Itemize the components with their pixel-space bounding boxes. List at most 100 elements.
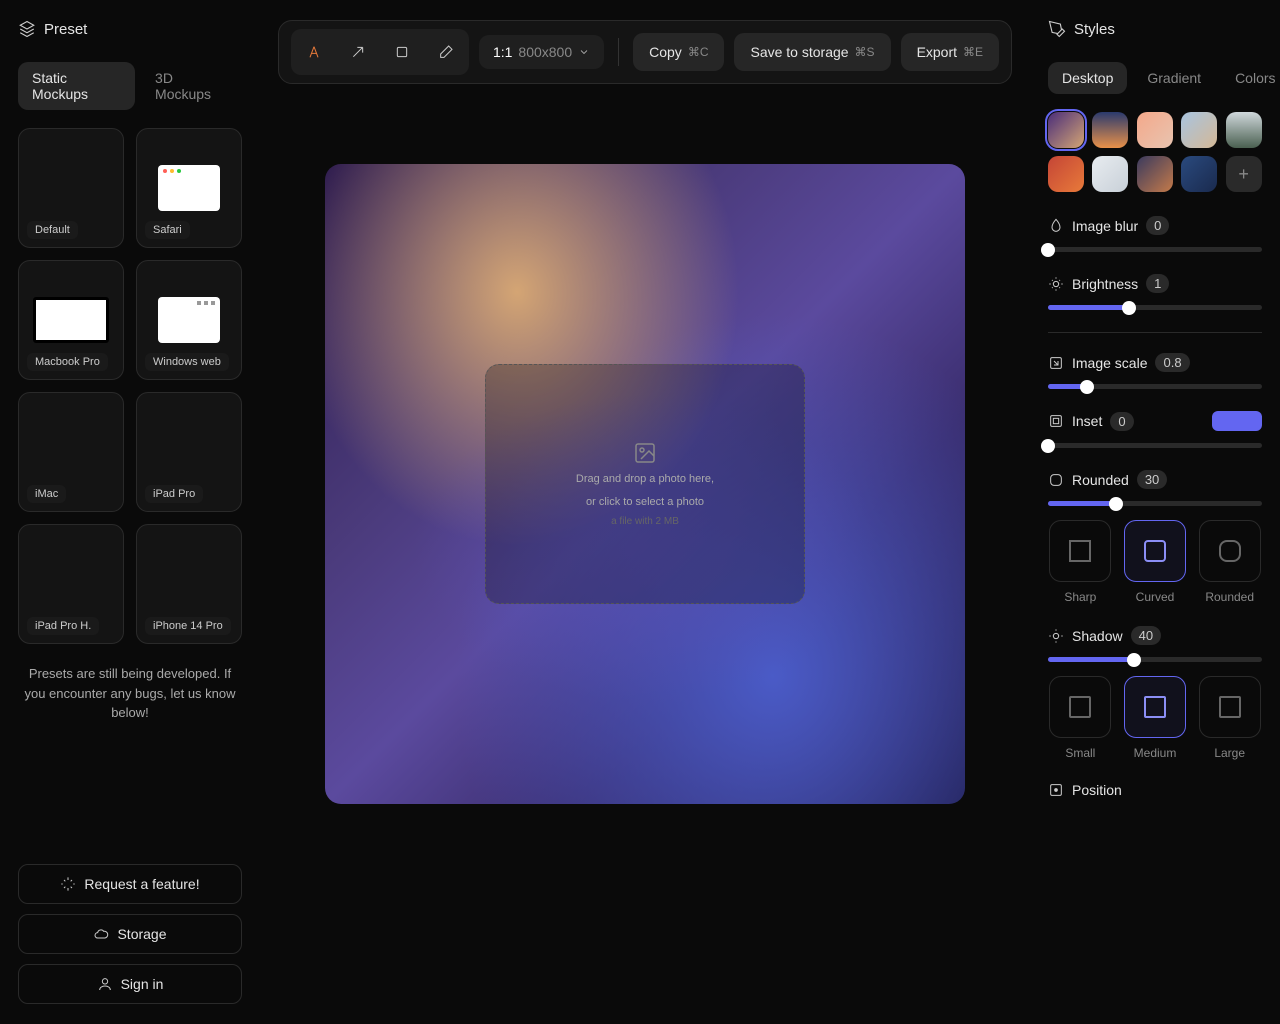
inset-value: 0 bbox=[1110, 412, 1133, 431]
rounded-rounded[interactable]: Rounded bbox=[1197, 520, 1262, 604]
preset-ipad-pro[interactable]: iPad Pro bbox=[136, 392, 242, 512]
divider bbox=[1048, 332, 1262, 333]
storage-button[interactable]: Storage bbox=[18, 914, 242, 954]
shadow-medium[interactable]: Medium bbox=[1123, 676, 1188, 760]
export-button[interactable]: Export ⌘E bbox=[901, 33, 999, 72]
control-rounded: Rounded 30 Sharp Curved Rounded bbox=[1048, 470, 1262, 604]
text-icon bbox=[306, 44, 322, 60]
right-sidebar: Styles Desktop Gradient Colors + Image b… bbox=[1030, 0, 1280, 1024]
preset-safari[interactable]: Safari bbox=[136, 128, 242, 248]
shadow-icon bbox=[1048, 628, 1064, 644]
export-label: Export bbox=[917, 44, 957, 61]
storage-label: Storage bbox=[117, 926, 166, 942]
tool-group bbox=[291, 29, 469, 75]
left-sidebar: Preset Static Mockups 3D Mockups Default… bbox=[0, 0, 260, 1024]
request-feature-button[interactable]: Request a feature! bbox=[18, 864, 242, 904]
swatch-2[interactable] bbox=[1092, 112, 1128, 148]
inset-label: Inset bbox=[1072, 413, 1102, 429]
ratio-text: 1:1 bbox=[493, 44, 512, 60]
copy-shortcut: ⌘C bbox=[688, 45, 709, 59]
preset-imac[interactable]: iMac bbox=[18, 392, 124, 512]
sidebar-footer: Request a feature! Storage Sign in bbox=[18, 864, 242, 1004]
shadow-small[interactable]: Small bbox=[1048, 676, 1113, 760]
preset-default[interactable]: Default bbox=[18, 128, 124, 248]
preset-label: iMac bbox=[27, 485, 66, 503]
control-inset: Inset 0 bbox=[1048, 411, 1262, 448]
arrow-tool-button[interactable] bbox=[339, 33, 377, 71]
control-position: Position bbox=[1048, 782, 1262, 798]
swatch-3[interactable] bbox=[1137, 112, 1173, 148]
shadow-large[interactable]: Large bbox=[1197, 676, 1262, 760]
tab-gradient[interactable]: Gradient bbox=[1133, 62, 1215, 94]
save-shortcut: ⌘S bbox=[855, 45, 875, 59]
plus-icon: + bbox=[1238, 164, 1249, 185]
brightness-slider[interactable] bbox=[1048, 305, 1262, 310]
swatch-9[interactable] bbox=[1181, 156, 1217, 192]
rounded-sharp[interactable]: Sharp bbox=[1048, 520, 1113, 604]
swatch-grid: + bbox=[1048, 112, 1262, 192]
copy-button[interactable]: Copy ⌘C bbox=[633, 33, 724, 72]
preset-label: iPad Pro H. bbox=[27, 617, 99, 635]
tab-desktop[interactable]: Desktop bbox=[1048, 62, 1127, 94]
blur-label: Image blur bbox=[1072, 218, 1138, 234]
text-tool-button[interactable] bbox=[295, 33, 333, 71]
rounded-label: Rounded bbox=[1072, 472, 1129, 488]
shadow-options: Small Medium Large bbox=[1048, 676, 1262, 760]
preset-macbook-pro[interactable]: Macbook Pro bbox=[18, 260, 124, 380]
shadow-value: 40 bbox=[1131, 626, 1161, 645]
swatch-4[interactable] bbox=[1181, 112, 1217, 148]
swatch-add[interactable]: + bbox=[1226, 156, 1262, 192]
save-button[interactable]: Save to storage ⌘S bbox=[734, 33, 890, 72]
styles-title-text: Styles bbox=[1074, 21, 1115, 38]
preset-grid: Default Safari Macbook Pro Windows web i… bbox=[18, 128, 242, 644]
divider bbox=[618, 38, 619, 66]
brush-icon bbox=[1048, 20, 1066, 38]
preset-iphone-14-pro[interactable]: iPhone 14 Pro bbox=[136, 524, 242, 644]
swatch-1[interactable] bbox=[1048, 112, 1084, 148]
inset-slider[interactable] bbox=[1048, 443, 1262, 448]
blur-value: 0 bbox=[1146, 216, 1169, 235]
center-panel: 1:1 800x800 Copy ⌘C Save to storage ⌘S E… bbox=[260, 0, 1030, 1024]
control-image-scale: Image scale 0.8 bbox=[1048, 353, 1262, 389]
rounded-slider[interactable] bbox=[1048, 501, 1262, 506]
swatch-7[interactable] bbox=[1092, 156, 1128, 192]
preset-ipad-pro-h[interactable]: iPad Pro H. bbox=[18, 524, 124, 644]
preset-windows-web[interactable]: Windows web bbox=[136, 260, 242, 380]
scale-icon bbox=[1048, 355, 1064, 371]
signin-button[interactable]: Sign in bbox=[18, 964, 242, 1004]
styles-tabs: Desktop Gradient Colors bbox=[1048, 62, 1262, 94]
rounded-options: Sharp Curved Rounded bbox=[1048, 520, 1262, 604]
position-label: Position bbox=[1072, 782, 1122, 798]
swatch-5[interactable] bbox=[1226, 112, 1262, 148]
inset-icon bbox=[1048, 413, 1064, 429]
aspect-ratio-select[interactable]: 1:1 800x800 bbox=[479, 35, 604, 69]
preset-label: Default bbox=[27, 221, 78, 239]
shadow-label: Shadow bbox=[1072, 628, 1123, 644]
blur-slider[interactable] bbox=[1048, 247, 1262, 252]
inset-color-chip[interactable] bbox=[1212, 411, 1262, 431]
dropzone[interactable]: Drag and drop a photo here, or click to … bbox=[485, 364, 805, 604]
dimensions-text: 800x800 bbox=[518, 44, 572, 60]
cloud-icon bbox=[93, 926, 109, 942]
swatch-8[interactable] bbox=[1137, 156, 1173, 192]
tab-3d-mockups[interactable]: 3D Mockups bbox=[141, 62, 242, 110]
preset-label: Windows web bbox=[145, 353, 229, 371]
rect-tool-button[interactable] bbox=[383, 33, 421, 71]
control-shadow: Shadow 40 Small Medium Large bbox=[1048, 626, 1262, 760]
rounded-curved[interactable]: Curved bbox=[1123, 520, 1188, 604]
toolbar: 1:1 800x800 Copy ⌘C Save to storage ⌘S E… bbox=[278, 20, 1012, 84]
swatch-6[interactable] bbox=[1048, 156, 1084, 192]
chevron-down-icon bbox=[578, 46, 590, 58]
preset-label: iPad Pro bbox=[145, 485, 203, 503]
scale-slider[interactable] bbox=[1048, 384, 1262, 389]
preset-label: Safari bbox=[145, 221, 190, 239]
tab-static-mockups[interactable]: Static Mockups bbox=[18, 62, 135, 110]
drop-icon bbox=[1048, 218, 1064, 234]
shadow-slider[interactable] bbox=[1048, 657, 1262, 662]
square-icon bbox=[394, 44, 410, 60]
eraser-icon bbox=[438, 44, 454, 60]
erase-tool-button[interactable] bbox=[427, 33, 465, 71]
tab-colors[interactable]: Colors bbox=[1221, 62, 1280, 94]
request-feature-label: Request a feature! bbox=[84, 876, 199, 892]
styles-title: Styles bbox=[1048, 20, 1262, 38]
